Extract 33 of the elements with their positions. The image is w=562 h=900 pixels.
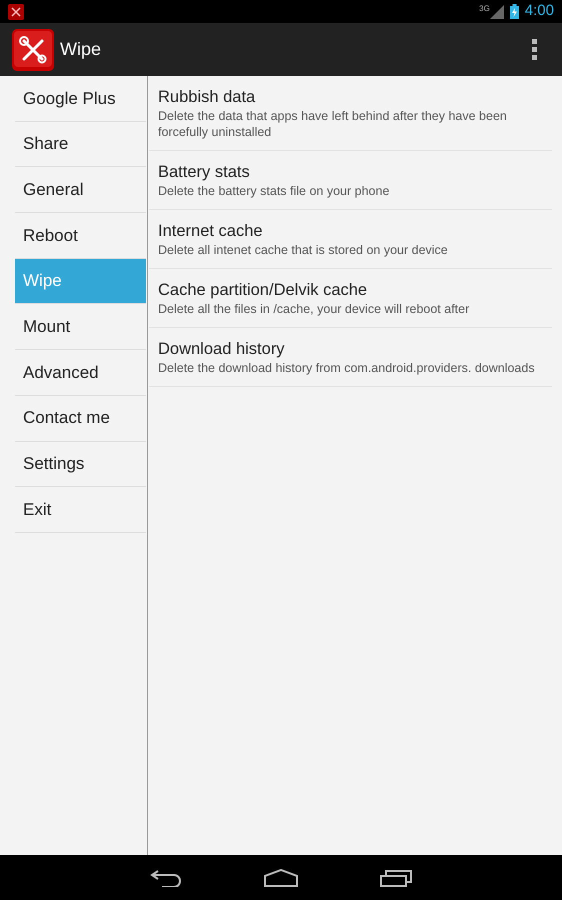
preference-row[interactable]: Internet cache Delete all intenet cache that is stored on your device bbox=[149, 210, 552, 269]
preference-row[interactable]: Cache partition/Delvik cache Delete all the files in /cache, your device will reboot after bbox=[149, 269, 552, 328]
sidebar-item[interactable]: Google Plus bbox=[15, 76, 146, 122]
preference-title: Rubbish data bbox=[158, 87, 256, 108]
preference-summary: Delete the battery stats file on your phone bbox=[158, 183, 390, 199]
sidebar-item[interactable]: Exit bbox=[15, 487, 146, 533]
signal-icon bbox=[490, 4, 504, 18]
preference-title: Internet cache bbox=[158, 221, 264, 242]
sidebar-item[interactable]: Settings bbox=[15, 442, 146, 488]
clock: 4:00 bbox=[524, 1, 554, 22]
sidebar-item[interactable]: Contact me bbox=[15, 396, 146, 442]
home-icon[interactable] bbox=[264, 868, 298, 886]
battery-icon bbox=[510, 4, 519, 19]
network-type: 3G bbox=[479, 3, 490, 15]
sidebar-item[interactable]: General bbox=[15, 167, 146, 214]
recent-apps-icon[interactable] bbox=[380, 868, 412, 886]
sidebar-item[interactable]: Mount bbox=[15, 304, 146, 350]
sidebar-item[interactable]: Share bbox=[15, 122, 146, 168]
preference-title: Cache partition/Delvik cache bbox=[158, 280, 368, 301]
preference-row[interactable]: Download history Delete the download history from com.android.providers. downloads bbox=[149, 328, 552, 387]
sidebar-item[interactable]: Advanced bbox=[15, 350, 146, 396]
app-icon[interactable] bbox=[12, 28, 54, 70]
preference-row[interactable]: Rubbish data Delete the data that apps have left behind after they have been forcefully uninstalled bbox=[149, 76, 552, 151]
back-icon[interactable] bbox=[150, 868, 182, 886]
preference-title: Battery stats bbox=[158, 162, 251, 183]
preference-row[interactable]: Battery stats Delete the battery stats file on your phone bbox=[149, 151, 552, 210]
preference-summary: Delete the data that apps have left behind after they have been forcefully uninstalled bbox=[158, 108, 508, 140]
app-notification-icon bbox=[8, 4, 24, 20]
preference-summary: Delete all the files in /cache, your device will reboot after bbox=[158, 301, 470, 317]
preference-summary: Delete all intenet cache that is stored on your device bbox=[158, 242, 449, 258]
preference-title: Download history bbox=[158, 339, 286, 360]
screen-title: Wipe bbox=[60, 38, 102, 61]
preference-summary: Delete the download history from com.android.providers. downloads bbox=[158, 360, 536, 376]
